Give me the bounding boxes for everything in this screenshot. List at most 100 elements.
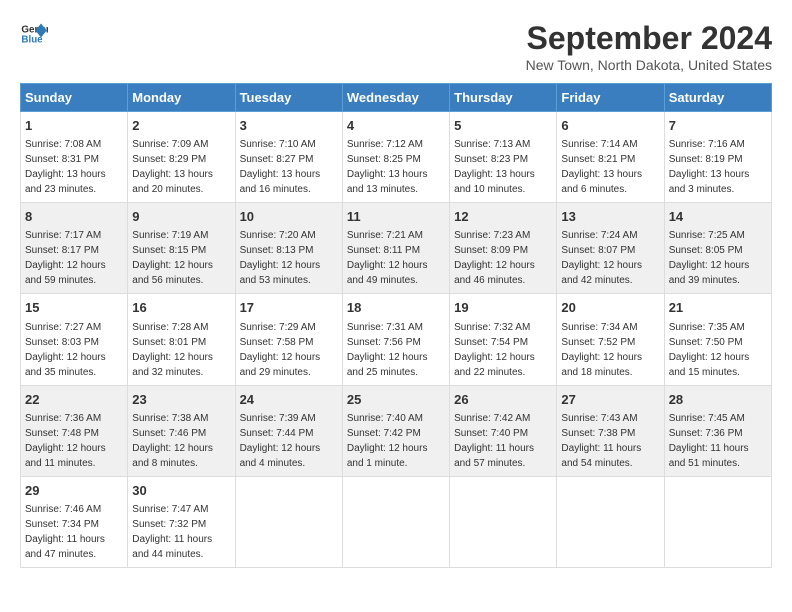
day-number: 15 <box>25 299 123 317</box>
table-row: 15Sunrise: 7:27 AM Sunset: 8:03 PM Dayli… <box>21 294 128 385</box>
table-row: 4 Sunrise: 7:12 AM Sunset: 8:25 PM Daylig… <box>342 112 449 203</box>
day-number: 14 <box>669 208 767 226</box>
day-number: 7 <box>669 117 767 135</box>
table-row: 1 Sunrise: 7:08 AM Sunset: 8:31 PM Daylig… <box>21 112 128 203</box>
day-number: 2 <box>132 117 230 135</box>
table-row <box>664 476 771 567</box>
table-row: 9Sunrise: 7:19 AM Sunset: 8:15 PM Daylig… <box>128 203 235 294</box>
day-info: Sunrise: 7:46 AM Sunset: 7:34 PM Dayligh… <box>25 504 105 560</box>
table-row: 2 Sunrise: 7:09 AM Sunset: 8:29 PM Daylig… <box>128 112 235 203</box>
day-info: Sunrise: 7:08 AM Sunset: 8:31 PM Dayligh… <box>25 139 106 195</box>
day-info: Sunrise: 7:29 AM Sunset: 7:58 PM Dayligh… <box>240 322 321 378</box>
day-info: Sunrise: 7:24 AM Sunset: 8:07 PM Dayligh… <box>561 230 642 286</box>
table-row <box>235 476 342 567</box>
day-number: 5 <box>454 117 552 135</box>
day-info: Sunrise: 7:45 AM Sunset: 7:36 PM Dayligh… <box>669 413 749 469</box>
table-row: 11 Sunrise: 7:21 AM Sunset: 8:11 PM Dayli… <box>342 203 449 294</box>
table-row: 14Sunrise: 7:25 AM Sunset: 8:05 PM Dayli… <box>664 203 771 294</box>
day-info: Sunrise: 7:34 AM Sunset: 7:52 PM Dayligh… <box>561 322 642 378</box>
table-row: 17 Sunrise: 7:29 AM Sunset: 7:58 PM Dayli… <box>235 294 342 385</box>
col-thursday: Thursday <box>450 84 557 112</box>
day-number: 6 <box>561 117 659 135</box>
logo-icon: General Blue <box>20 20 48 48</box>
day-info: Sunrise: 7:10 AM Sunset: 8:27 PM Dayligh… <box>240 139 321 195</box>
day-number: 11 <box>347 208 445 226</box>
day-info: Sunrise: 7:12 AM Sunset: 8:25 PM Dayligh… <box>347 139 428 195</box>
table-row <box>342 476 449 567</box>
day-number: 8 <box>25 208 123 226</box>
day-info: Sunrise: 7:42 AM Sunset: 7:40 PM Dayligh… <box>454 413 534 469</box>
day-info: Sunrise: 7:14 AM Sunset: 8:21 PM Dayligh… <box>561 139 642 195</box>
table-row: 23 Sunrise: 7:38 AM Sunset: 7:46 PM Dayli… <box>128 385 235 476</box>
table-row: 18Sunrise: 7:31 AM Sunset: 7:56 PM Dayli… <box>342 294 449 385</box>
page-subtitle: New Town, North Dakota, United States <box>526 57 772 73</box>
table-row: 5 Sunrise: 7:13 AM Sunset: 8:23 PM Daylig… <box>450 112 557 203</box>
header: General Blue September 2024 New Town, No… <box>20 20 772 73</box>
table-row: 10 Sunrise: 7:20 AM Sunset: 8:13 PM Dayli… <box>235 203 342 294</box>
table-row: 19 Sunrise: 7:32 AM Sunset: 7:54 PM Dayli… <box>450 294 557 385</box>
day-number: 30 <box>132 482 230 500</box>
day-info: Sunrise: 7:20 AM Sunset: 8:13 PM Dayligh… <box>240 230 321 286</box>
day-number: 17 <box>240 299 338 317</box>
day-number: 20 <box>561 299 659 317</box>
day-info: Sunrise: 7:40 AM Sunset: 7:42 PM Dayligh… <box>347 413 428 469</box>
table-row: 7 Sunrise: 7:16 AM Sunset: 8:19 PM Daylig… <box>664 112 771 203</box>
day-info: Sunrise: 7:13 AM Sunset: 8:23 PM Dayligh… <box>454 139 535 195</box>
table-row: 21 Sunrise: 7:35 AM Sunset: 7:50 PM Dayli… <box>664 294 771 385</box>
calendar-week-3: 15Sunrise: 7:27 AM Sunset: 8:03 PM Dayli… <box>21 294 772 385</box>
day-number: 29 <box>25 482 123 500</box>
day-info: Sunrise: 7:43 AM Sunset: 7:38 PM Dayligh… <box>561 413 641 469</box>
day-info: Sunrise: 7:09 AM Sunset: 8:29 PM Dayligh… <box>132 139 213 195</box>
day-info: Sunrise: 7:38 AM Sunset: 7:46 PM Dayligh… <box>132 413 213 469</box>
calendar-week-5: 29 Sunrise: 7:46 AM Sunset: 7:34 PM Dayli… <box>21 476 772 567</box>
table-row: 28 Sunrise: 7:45 AM Sunset: 7:36 PM Dayli… <box>664 385 771 476</box>
table-row <box>557 476 664 567</box>
day-info: Sunrise: 7:19 AM Sunset: 8:15 PM Dayligh… <box>132 230 213 286</box>
day-number: 12 <box>454 208 552 226</box>
day-number: 23 <box>132 391 230 409</box>
day-info: Sunrise: 7:17 AM Sunset: 8:17 PM Dayligh… <box>25 230 106 286</box>
header-row: Sunday Monday Tuesday Wednesday Thursday… <box>21 84 772 112</box>
day-info: Sunrise: 7:35 AM Sunset: 7:50 PM Dayligh… <box>669 322 750 378</box>
day-number: 26 <box>454 391 552 409</box>
calendar-table: Sunday Monday Tuesday Wednesday Thursday… <box>20 83 772 568</box>
table-row: 24 Sunrise: 7:39 AM Sunset: 7:44 PM Dayli… <box>235 385 342 476</box>
table-row: 8 Sunrise: 7:17 AM Sunset: 8:17 PM Daylig… <box>21 203 128 294</box>
day-info: Sunrise: 7:36 AM Sunset: 7:48 PM Dayligh… <box>25 413 106 469</box>
day-number: 28 <box>669 391 767 409</box>
table-row: 26 Sunrise: 7:42 AM Sunset: 7:40 PM Dayli… <box>450 385 557 476</box>
day-info: Sunrise: 7:28 AM Sunset: 8:01 PM Dayligh… <box>132 322 213 378</box>
col-monday: Monday <box>128 84 235 112</box>
col-wednesday: Wednesday <box>342 84 449 112</box>
calendar-week-4: 22Sunrise: 7:36 AM Sunset: 7:48 PM Dayli… <box>21 385 772 476</box>
table-row: 22Sunrise: 7:36 AM Sunset: 7:48 PM Dayli… <box>21 385 128 476</box>
day-number: 4 <box>347 117 445 135</box>
day-number: 25 <box>347 391 445 409</box>
table-row: 29 Sunrise: 7:46 AM Sunset: 7:34 PM Dayli… <box>21 476 128 567</box>
day-number: 16 <box>132 299 230 317</box>
day-info: Sunrise: 7:47 AM Sunset: 7:32 PM Dayligh… <box>132 504 212 560</box>
day-number: 24 <box>240 391 338 409</box>
table-row: 13 Sunrise: 7:24 AM Sunset: 8:07 PM Dayli… <box>557 203 664 294</box>
table-row: 27 Sunrise: 7:43 AM Sunset: 7:38 PM Dayli… <box>557 385 664 476</box>
day-number: 13 <box>561 208 659 226</box>
table-row: 30 Sunrise: 7:47 AM Sunset: 7:32 PM Dayli… <box>128 476 235 567</box>
col-saturday: Saturday <box>664 84 771 112</box>
day-number: 1 <box>25 117 123 135</box>
table-row: 20 Sunrise: 7:34 AM Sunset: 7:52 PM Dayli… <box>557 294 664 385</box>
day-info: Sunrise: 7:16 AM Sunset: 8:19 PM Dayligh… <box>669 139 750 195</box>
day-info: Sunrise: 7:39 AM Sunset: 7:44 PM Dayligh… <box>240 413 321 469</box>
day-number: 19 <box>454 299 552 317</box>
calendar-week-2: 8 Sunrise: 7:17 AM Sunset: 8:17 PM Daylig… <box>21 203 772 294</box>
page-title: September 2024 <box>526 20 772 57</box>
day-info: Sunrise: 7:32 AM Sunset: 7:54 PM Dayligh… <box>454 322 535 378</box>
col-friday: Friday <box>557 84 664 112</box>
col-sunday: Sunday <box>21 84 128 112</box>
title-area: September 2024 New Town, North Dakota, U… <box>526 20 772 73</box>
day-number: 27 <box>561 391 659 409</box>
table-row: 16 Sunrise: 7:28 AM Sunset: 8:01 PM Dayli… <box>128 294 235 385</box>
day-number: 21 <box>669 299 767 317</box>
day-info: Sunrise: 7:21 AM Sunset: 8:11 PM Dayligh… <box>347 230 428 286</box>
day-number: 18 <box>347 299 445 317</box>
day-number: 10 <box>240 208 338 226</box>
